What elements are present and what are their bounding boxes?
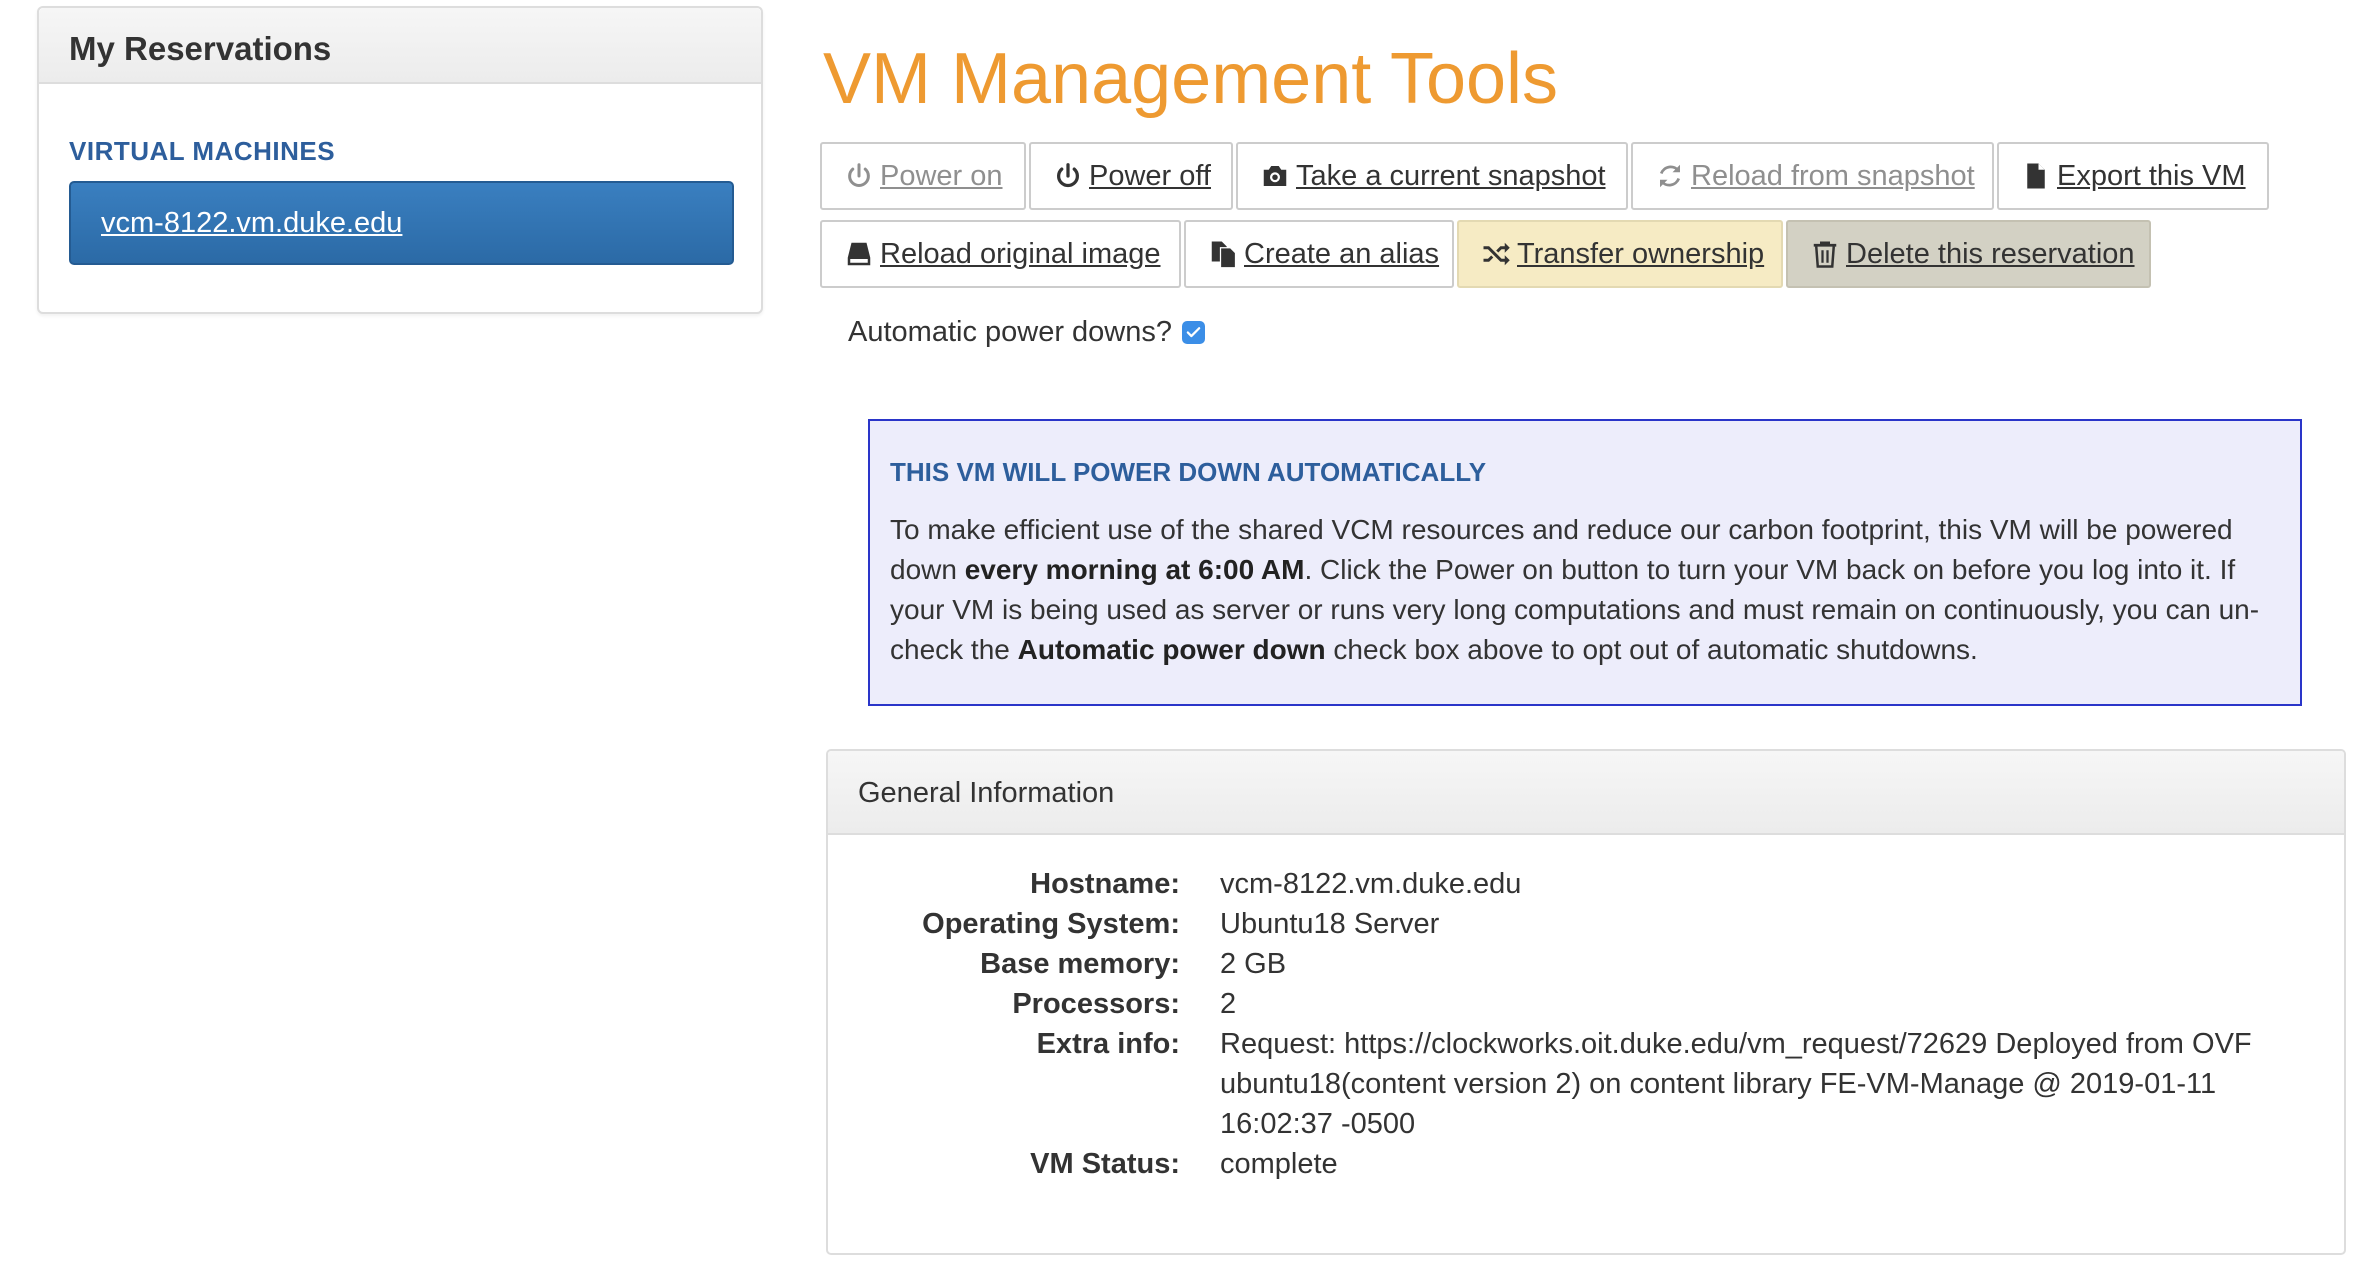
notice-bold-schedule: every morning at 6:00 AM	[964, 554, 1305, 585]
trash-icon	[1810, 239, 1840, 269]
info-value: 2	[1220, 988, 1237, 1020]
power-on-label: Power on	[880, 159, 1003, 192]
info-row-hostname: Hostname: vcm-8122.vm.duke.edu	[828, 864, 2344, 904]
export-vm-label: Export this VM	[2057, 159, 2246, 192]
info-row-vm-status: VM Status: complete	[828, 1144, 2344, 1184]
general-information-title: General Information	[828, 751, 2344, 835]
info-value: Ubuntu18 Server	[1220, 908, 1440, 940]
auto-power-down-notice: THIS VM WILL POWER DOWN AUTOMATICALLY To…	[868, 419, 2302, 706]
general-information-table: Hostname: vcm-8122.vm.duke.edu Operating…	[828, 864, 2344, 1184]
info-row-base-memory: Base memory: 2 GB	[828, 944, 2344, 984]
info-label: Base memory:	[980, 948, 1180, 980]
power-off-button[interactable]: Power off	[1029, 142, 1233, 210]
automatic-power-downs-row: Automatic power downs?	[848, 316, 1205, 349]
info-row-processors: Processors: 2	[828, 984, 2344, 1024]
transfer-ownership-button[interactable]: Transfer ownership	[1457, 220, 1783, 288]
camera-icon	[1260, 161, 1290, 191]
notice-heading: THIS VM WILL POWER DOWN AUTOMATICALLY	[890, 457, 1487, 487]
info-label: Operating System:	[922, 908, 1180, 940]
power-off-label: Power off	[1089, 159, 1211, 192]
notice-body: To make efficient use of the shared VCM …	[890, 510, 2280, 670]
info-row-extra-info: Extra info: Request: https://clockworks.…	[828, 1024, 2344, 1144]
take-snapshot-button[interactable]: Take a current snapshot	[1236, 142, 1628, 210]
info-row-operating-system: Operating System: Ubuntu18 Server	[828, 904, 2344, 944]
vm-reservation-link[interactable]: vcm-8122.vm.duke.edu	[69, 181, 734, 265]
refresh-icon	[1655, 161, 1685, 191]
power-icon	[1053, 161, 1083, 191]
info-value: complete	[1220, 1148, 1338, 1180]
export-vm-button[interactable]: Export this VM	[1997, 142, 2269, 210]
shuffle-icon	[1481, 239, 1511, 269]
info-label: VM Status:	[1030, 1148, 1180, 1180]
transfer-ownership-label: Transfer ownership	[1517, 237, 1765, 270]
info-value: Request: https://clockworks.oit.duke.edu…	[1220, 1028, 2252, 1140]
info-label: Processors:	[1012, 988, 1180, 1020]
power-on-button[interactable]: Power on	[820, 142, 1026, 210]
info-label: Extra info:	[1036, 1028, 1180, 1060]
notice-bold-checkbox-name: Automatic power down	[1017, 634, 1326, 665]
automatic-power-downs-label: Automatic power downs?	[848, 316, 1172, 348]
virtual-machines-heading: VIRTUAL MACHINES	[69, 136, 336, 166]
hdd-icon	[844, 239, 874, 269]
reload-original-image-label: Reload original image	[880, 237, 1161, 270]
delete-reservation-button[interactable]: Delete this reservation	[1786, 220, 2151, 288]
general-information-panel: General Information Hostname: vcm-8122.v…	[826, 749, 2346, 1255]
reload-snapshot-label: Reload from snapshot	[1691, 159, 1975, 192]
info-value: 2 GB	[1220, 948, 1287, 980]
page-title: VM Management Tools	[823, 39, 1559, 119]
delete-reservation-label: Delete this reservation	[1846, 237, 2135, 270]
reload-snapshot-button[interactable]: Reload from snapshot	[1631, 142, 1994, 210]
info-label: Hostname:	[1030, 868, 1180, 900]
reservations-panel-title: My Reservations	[39, 8, 761, 84]
create-alias-button[interactable]: Create an alias	[1184, 220, 1454, 288]
copy-files-icon	[1208, 239, 1238, 269]
automatic-power-downs-checkbox[interactable]	[1182, 321, 1205, 344]
notice-text-3: check box above to opt out of automatic …	[1325, 634, 1978, 665]
create-alias-label: Create an alias	[1244, 237, 1440, 270]
reservations-panel: My Reservations VIRTUAL MACHINES vcm-812…	[37, 6, 763, 314]
take-snapshot-label: Take a current snapshot	[1296, 159, 1606, 192]
info-value: vcm-8122.vm.duke.edu	[1220, 868, 1522, 900]
power-icon	[844, 161, 874, 191]
reload-original-image-button[interactable]: Reload original image	[820, 220, 1181, 288]
file-icon	[2021, 161, 2051, 191]
